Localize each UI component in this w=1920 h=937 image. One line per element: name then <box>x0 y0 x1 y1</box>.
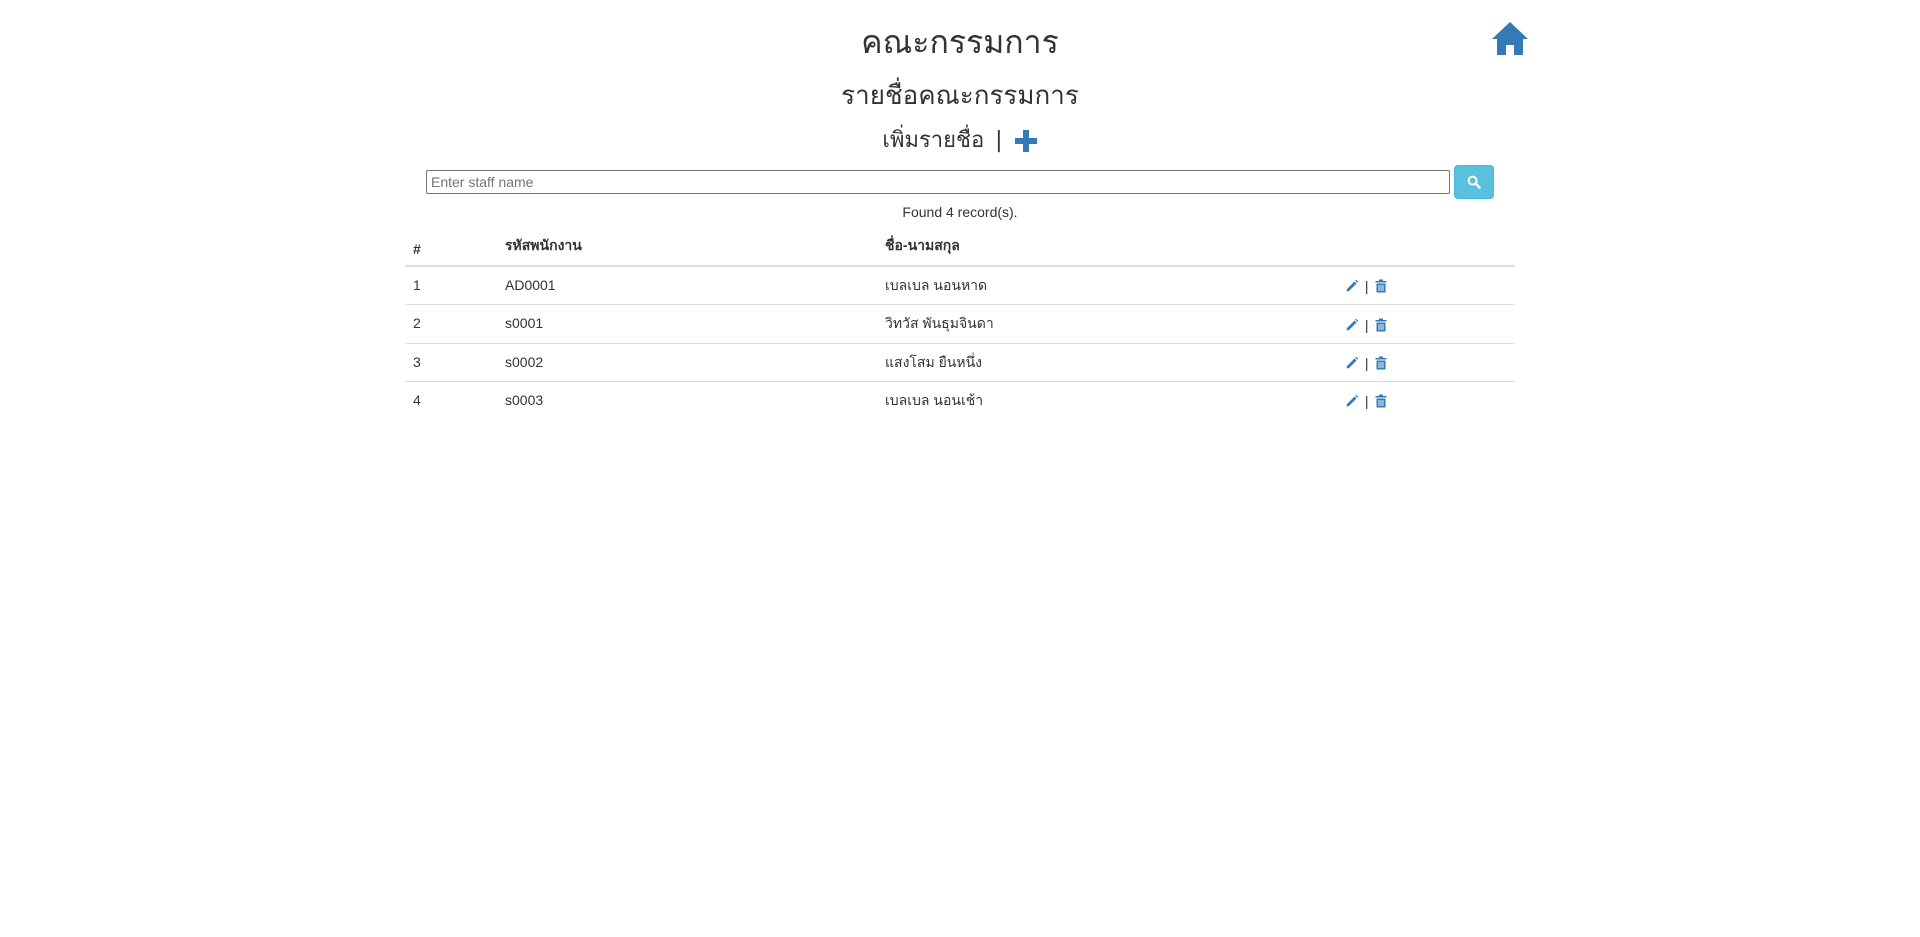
row-staff-name: วิทวัส พันธุมจินดา <box>877 304 1337 344</box>
add-separator: | <box>995 128 1003 153</box>
pencil-icon <box>1346 280 1359 292</box>
action-separator: | <box>1364 354 1369 371</box>
row-number: 1 <box>413 277 421 293</box>
row-staff-name: เบลเบล นอนเช้า <box>877 380 1337 420</box>
trash-icon <box>1375 394 1387 408</box>
table-header-row: # รหัสพนักงาน ชื่อ-นามสกุล <box>405 227 1515 267</box>
trash-icon <box>1375 356 1387 370</box>
row-number: 3 <box>405 342 497 382</box>
page-subtitle: รายชื่อคณะกรรมการ <box>841 81 1079 111</box>
search-icon <box>1467 175 1481 189</box>
trash-icon <box>1375 318 1387 332</box>
table-row: 2 s0001 วิทวัส พันธุมจินดา | <box>405 304 1515 344</box>
row-staff-id: s0002 <box>497 342 877 382</box>
search-row <box>405 164 1515 200</box>
staff-table: # รหัสพนักงาน ชื่อ-นามสกุล 1 AD0001 เบลเ… <box>405 227 1515 420</box>
header-number: # <box>405 227 497 267</box>
row-actions: | <box>1337 266 1515 305</box>
row-staff-id: s0003 <box>497 380 877 420</box>
home-button[interactable] <box>1490 18 1530 58</box>
row-number: 2 <box>405 304 497 344</box>
action-separator: | <box>1364 393 1369 410</box>
add-staff-label: เพิ่มรายชื่อ <box>882 128 985 153</box>
edit-button[interactable] <box>1345 394 1359 408</box>
page-container: คณะกรรมการ รายชื่อคณะกรรมการ เพิ่มรายชื่… <box>390 0 1530 420</box>
pencil-icon <box>1346 394 1359 407</box>
header-actions <box>1337 227 1515 267</box>
trash-icon <box>1375 279 1387 293</box>
action-separator: | <box>1364 316 1369 333</box>
header-staff-id: รหัสพนักงาน <box>497 227 877 267</box>
result-count: Found 4 record(s). <box>902 204 1018 220</box>
delete-button[interactable] <box>1374 356 1388 370</box>
table-row: 3 s0002 แสงโสม ยืนหนึ่ง | <box>405 342 1515 382</box>
page-title: คณะกรรมการ <box>861 23 1059 61</box>
delete-button[interactable] <box>1374 394 1388 408</box>
row-actions: | <box>1337 342 1515 382</box>
delete-button[interactable] <box>1374 318 1388 332</box>
delete-button[interactable] <box>1374 279 1388 293</box>
row-staff-id: s0001 <box>497 304 877 344</box>
add-staff-button[interactable] <box>1014 129 1038 153</box>
edit-button[interactable] <box>1345 318 1359 332</box>
table-row: 4 s0003 เบลเบล นอนเช้า | <box>405 380 1515 420</box>
pencil-icon <box>1346 318 1359 331</box>
add-staff-row: เพิ่มรายชื่อ | <box>405 126 1515 156</box>
row-staff-name: เบลเบล นอนหาด <box>885 277 988 293</box>
home-icon <box>1492 22 1528 55</box>
pencil-icon <box>1346 356 1359 369</box>
header-staff-name: ชื่อ-นามสกุล <box>877 227 1337 267</box>
search-input[interactable] <box>426 170 1450 194</box>
row-actions: | <box>1337 304 1515 344</box>
search-button[interactable] <box>1454 165 1494 199</box>
plus-icon <box>1014 130 1037 152</box>
row-staff-name: แสงโสม ยืนหนึ่ง <box>877 342 1337 382</box>
edit-button[interactable] <box>1345 279 1359 293</box>
edit-button[interactable] <box>1345 356 1359 370</box>
row-number: 4 <box>405 380 497 420</box>
table-row: 1 AD0001 เบลเบล นอนหาด | <box>405 266 1515 305</box>
row-staff-id: AD0001 <box>505 277 556 293</box>
action-separator: | <box>1364 278 1369 295</box>
row-actions: | <box>1337 380 1515 420</box>
